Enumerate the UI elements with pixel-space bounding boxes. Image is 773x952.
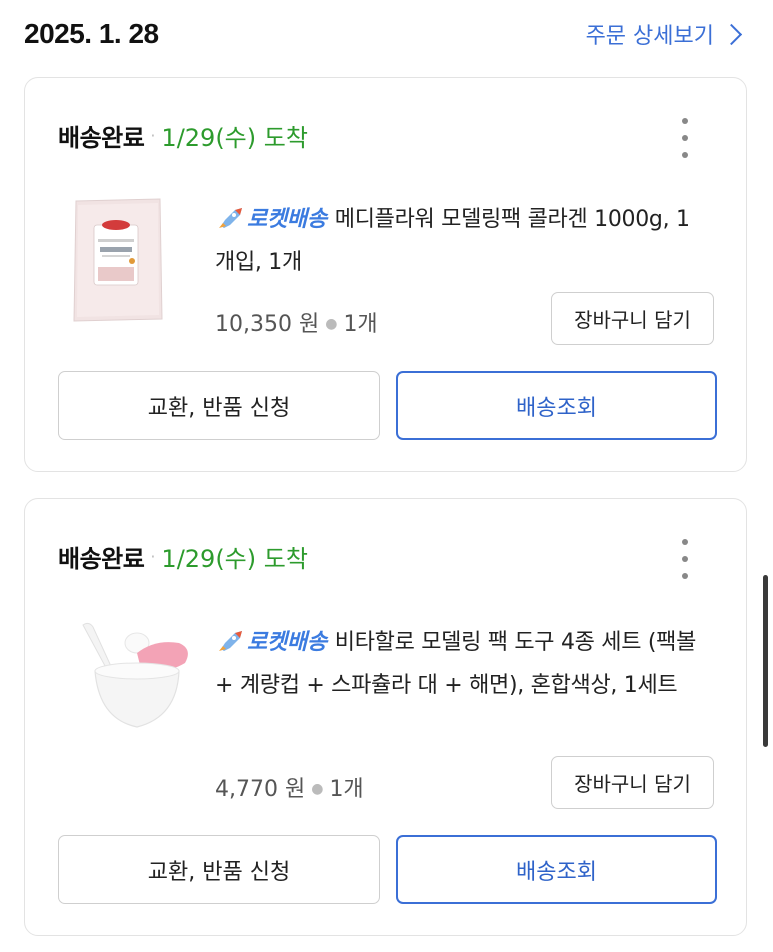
track-delivery-button[interactable]: 배송조회 [396,835,717,904]
order-detail-label: 주문 상세보기 [585,24,714,49]
more-vertical-icon[interactable] [678,118,692,158]
add-to-cart-button[interactable]: 장바구니 담기 [551,292,714,345]
delivery-status-row: 배송완료 · 1/29(수) 도착 [58,539,308,574]
order-date: 2025. 1. 28 [24,18,159,49]
rocket-delivery-badge: 로켓배송 [247,630,327,655]
rocket-icon [219,631,242,651]
exchange-return-button[interactable]: 교환, 반품 신청 [58,371,380,440]
mask-tool-set-product-image[interactable] [75,619,190,739]
product-price: 4,770 원 [215,777,306,802]
more-vertical-icon[interactable] [678,539,692,579]
scrollbar[interactable] [763,575,768,747]
product-price: 10,350 원 [215,312,320,337]
product-info: 로켓배송 메디플라워 모델링팩 콜라겐 1000g, 1개입, 1개 [215,198,706,284]
product-quantity: 1개 [329,777,364,802]
order-card: 배송완료 · 1/29(수) 도착 로켓배송 비타할로 모델링 팩 도구 4종 세… [24,498,747,936]
arrival-date: 1/29(수) 도착 [161,545,308,573]
order-detail-link[interactable]: 주문 상세보기 [586,18,743,50]
separator-dot: · [150,547,156,566]
delivery-status-row: 배송완료 · 1/29(수) 도착 [58,118,308,153]
exchange-return-button[interactable]: 교환, 반품 신청 [58,835,380,904]
separator-dot: ● [325,316,338,332]
separator-dot: ● [311,781,324,797]
arrival-date: 1/29(수) 도착 [161,124,308,152]
rocket-icon [219,208,242,228]
track-delivery-button[interactable]: 배송조회 [396,371,717,440]
delivery-status: 배송완료 [58,545,145,573]
price-row: 10,350 원 ● 1개 [215,306,378,338]
product-quantity: 1개 [343,312,378,337]
rocket-delivery-badge: 로켓배송 [247,207,327,232]
delivery-status: 배송완료 [58,124,145,152]
order-card: 배송완료 · 1/29(수) 도착 로켓배송 메디플라워 모델링팩 콜라겐 10… [24,77,747,472]
chevron-right-icon [720,23,743,45]
product-info: 로켓배송 비타할로 모델링 팩 도구 4종 세트 (팩볼 + 계량컵 + 스파츌라… [215,621,706,707]
separator-dot: · [150,126,156,145]
add-to-cart-button[interactable]: 장바구니 담기 [551,756,714,809]
order-header: 2025. 1. 28 주문 상세보기 [24,12,743,56]
order-list-page: 2025. 1. 28 주문 상세보기 배송완료 · 1/29(수) 도착 로켓… [0,0,773,952]
price-row: 4,770 원 ● 1개 [215,771,364,803]
collagen-pack-product-image[interactable] [68,195,168,325]
